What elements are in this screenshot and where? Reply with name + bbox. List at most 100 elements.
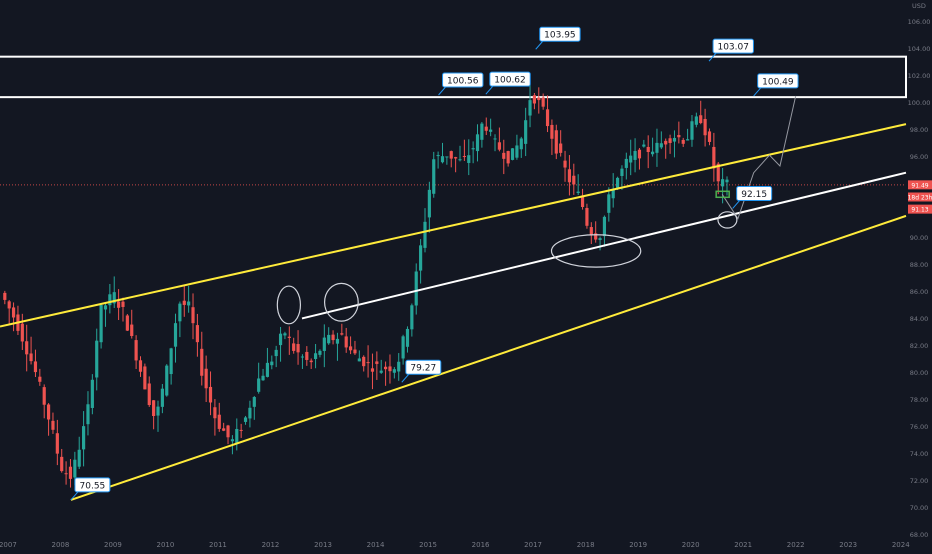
annotation-pointer	[535, 40, 544, 50]
highlight-ellipse	[276, 285, 302, 325]
candle-body	[528, 100, 532, 116]
candle-body	[305, 351, 309, 360]
x-tick-label: 2023	[839, 541, 857, 549]
candle-body	[3, 292, 7, 300]
candle-body	[287, 336, 291, 338]
candle-body	[458, 159, 462, 161]
candle-body	[335, 338, 340, 344]
x-tick-label: 2014	[367, 541, 385, 549]
candle-body	[489, 129, 493, 132]
candle-body	[471, 148, 475, 150]
candle-body	[598, 238, 602, 240]
y-tick-label: 82.00	[910, 342, 929, 350]
candle-body	[423, 221, 427, 248]
candle-body	[46, 404, 51, 420]
candle-body	[642, 144, 646, 147]
candle-body	[567, 169, 572, 183]
candle-body	[725, 179, 729, 183]
y-tick-label: 96.00	[910, 153, 929, 161]
candle-body	[20, 323, 24, 342]
candle-body	[480, 123, 484, 140]
candle-body	[147, 383, 151, 405]
candle-body	[204, 368, 208, 389]
y-tick-label: 80.00	[910, 369, 929, 377]
candle-body	[690, 121, 694, 140]
candle-body	[226, 425, 230, 438]
candle-body	[239, 429, 243, 431]
candle-body	[261, 375, 265, 381]
candle-body	[134, 340, 138, 361]
chart-canvas: 70.55 79.27 100.56 100.62 103.95 103.07 100.49…	[0, 2, 932, 549]
candle-body	[125, 315, 129, 331]
y-tick-label: 100.00	[908, 99, 931, 107]
y-tick-label: 88.00	[910, 261, 929, 269]
candle-body	[208, 386, 213, 403]
candle-body	[103, 305, 108, 310]
x-tick-label: 2016	[472, 541, 490, 549]
candle-body	[300, 356, 305, 358]
candle-body	[655, 142, 659, 153]
y-tick-label: 98.00	[910, 126, 929, 134]
candle-body	[445, 156, 449, 158]
candle-body	[646, 146, 650, 152]
y-tick-label: 104.00	[908, 45, 931, 53]
candle-body	[213, 407, 217, 419]
y-tick-label: 72.00	[910, 477, 929, 485]
candle-body	[11, 307, 16, 318]
candle-body	[414, 271, 418, 306]
candle-body	[397, 361, 401, 372]
candle-body	[699, 115, 703, 124]
channel-upper-line	[0, 123, 907, 328]
candle-body	[550, 124, 554, 139]
candle-body	[243, 417, 248, 422]
candle-body	[384, 366, 388, 370]
candle-body	[82, 426, 86, 450]
candle-body	[265, 362, 270, 377]
candle-body	[462, 156, 466, 158]
candle-body	[348, 346, 353, 351]
candle-body	[29, 353, 33, 362]
y-tick-label: 74.00	[910, 450, 929, 458]
candle-body	[554, 130, 558, 154]
annotation-label: 100.62	[494, 76, 526, 86]
x-tick-label: 2010	[157, 541, 175, 549]
x-tick-label: 2015	[419, 541, 437, 549]
y-tick-label: 102.00	[908, 72, 931, 80]
x-tick-label: 2021	[734, 541, 752, 549]
candle-body	[156, 406, 160, 416]
candle-body	[388, 366, 392, 372]
candle-body	[637, 149, 642, 159]
candle-body	[375, 361, 379, 364]
candle-body	[537, 97, 541, 101]
candle-body	[143, 366, 147, 390]
candle-body	[677, 134, 681, 138]
candle-body	[721, 179, 725, 187]
currency-label: USD	[912, 2, 926, 10]
candle-body	[502, 152, 506, 159]
candle-body	[331, 334, 335, 341]
candle-body	[309, 360, 313, 363]
candle-body	[506, 151, 510, 164]
candle-body	[475, 134, 480, 152]
candle-body	[519, 138, 523, 150]
candle-body	[138, 360, 143, 372]
y-tick-label: 84.00	[910, 315, 929, 323]
annotation-pointer	[753, 87, 762, 97]
candle-body	[419, 245, 423, 271]
x-tick-label: 2019	[629, 541, 647, 549]
x-tick-label: 2008	[51, 541, 69, 549]
candle-body	[73, 459, 77, 478]
y-tick-label: 106.00	[908, 18, 931, 26]
annotation-pointer	[438, 86, 446, 96]
candle-body	[160, 388, 164, 407]
candle-body	[467, 155, 471, 163]
candle-body	[353, 349, 357, 354]
candle-body	[327, 334, 331, 344]
candle-body	[340, 333, 344, 335]
candle-body	[33, 361, 38, 373]
candle-body	[278, 333, 283, 346]
candle-body	[362, 356, 366, 367]
annotation-pointer	[732, 200, 741, 209]
candle-body	[432, 159, 436, 194]
annotation-label: 100.49	[762, 77, 794, 87]
